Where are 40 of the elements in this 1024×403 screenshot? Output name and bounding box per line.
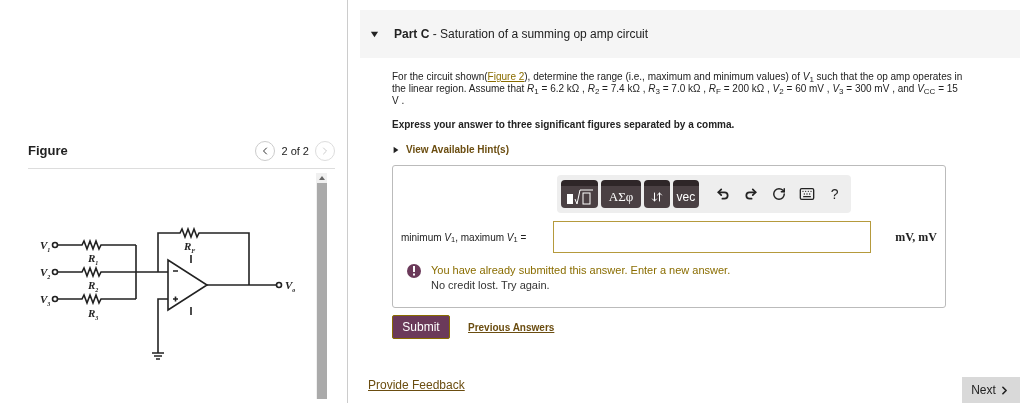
part-header[interactable]: Part C - Saturation of a summing op amp circuit (360, 10, 1020, 58)
previous-answers-link[interactable]: Previous Answers (468, 319, 555, 335)
arrows-button[interactable] (643, 180, 670, 208)
caret-icon (392, 145, 400, 154)
circuit-label: V$_{2}$ (40, 266, 51, 280)
scroll-up-icon (318, 176, 325, 180)
undo-icon (715, 187, 730, 201)
redo-icon (743, 187, 758, 201)
problem-text: For the circuit shown(Figure 2), determine the range (i.e., maximum and minimum values) of V$_{1}$ such that the op amp operates in the linear region. Assume that R$_{1}$ = 6.2 kΩ , R$_{2}$ = 7.4 kΩ , R$_{3}$ = 7.0 kΩ , R$_{F}$ = 200 kΩ , V$_{2}$ = 60 mV , V$_{3}$ = 300 mV , and V$_{CC}$ = 15 V . (392, 71, 964, 107)
part-title: Part C - Saturation of a summing op amp circuit (394, 26, 649, 43)
figure-pager: 2 of 2 (281, 143, 309, 159)
keyboard-icon (798, 186, 815, 202)
units-label: mV, mV (895, 229, 937, 246)
scrollbar[interactable] (316, 173, 327, 399)
arrows-icon (650, 191, 663, 203)
figure-title: Figure (28, 142, 68, 161)
answer-label: minimum V$_{1}$, maximum V$_{1}$ = (401, 230, 528, 245)
submit-button[interactable]: Submit (392, 315, 450, 339)
circuit-label: R$_{1}$ (88, 252, 99, 266)
circuit-label: V$_{1}$ (40, 239, 51, 253)
reset-icon (771, 187, 786, 201)
instruction-text: Express your answer to three significant figures separated by a comma. (392, 118, 736, 132)
greek-symbols-button[interactable]: ΑΣφ (601, 180, 641, 208)
circuit-label: R$_{2}$ (88, 279, 99, 293)
fraction-root-icon (564, 188, 595, 206)
hint-toggle[interactable]: View Available Hint(s) (392, 142, 509, 157)
circuit-label: V$_{3}$ (40, 293, 51, 307)
feedback-message: You have already submitted this answer. Enter a new answer. (431, 263, 731, 278)
feedback-note: No credit lost. Try again. (431, 278, 551, 293)
answer-field[interactable] (553, 221, 871, 253)
alert-icon (407, 264, 421, 278)
help-button[interactable]: ? (822, 180, 847, 208)
vector-button[interactable]: vec (672, 180, 700, 208)
circuit-label: R$_{F}$ (184, 240, 196, 254)
circuit-label: R$_{3}$ (88, 307, 99, 321)
templates-button[interactable] (561, 180, 599, 208)
provide-feedback-link[interactable]: Provide Feedback (368, 376, 465, 394)
figure-link[interactable]: Figure 2 (487, 71, 525, 82)
circuit-label: V$_{o}$ (285, 279, 296, 293)
next-button[interactable]: Next (962, 377, 1020, 403)
